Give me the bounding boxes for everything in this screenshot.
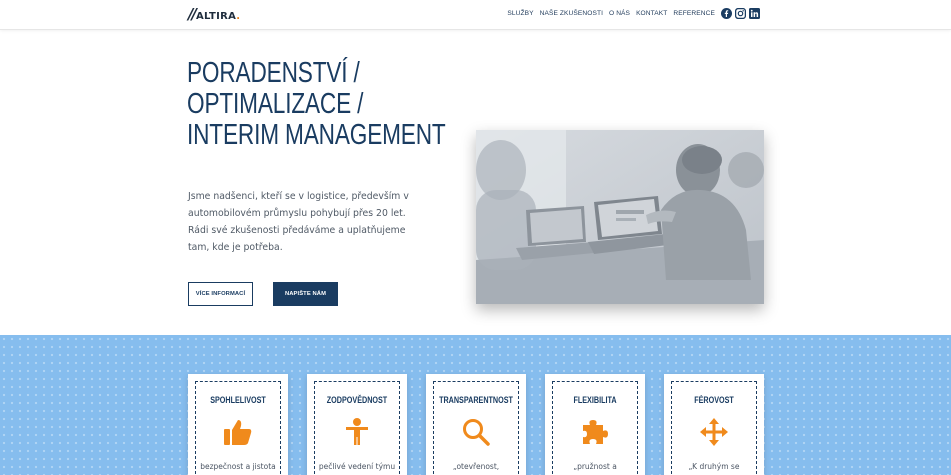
hero-title-line: PORADENSTVÍ / <box>187 57 360 89</box>
nav-item-sluzby[interactable]: SLUŽBY <box>507 10 533 17</box>
value-card-text: „K druhým se <box>688 462 740 471</box>
value-card-title: FLEXIBILITA <box>573 395 617 405</box>
value-card-text: „pružnost a <box>573 462 617 471</box>
value-card-title: ZODPOVĚDNOST <box>326 395 388 405</box>
altira-logo[interactable]: // ALTIRA . <box>188 5 241 23</box>
value-card-text: pečlivé vedení týmu <box>318 462 396 471</box>
hero-description: Jsme nadšenci, kteří se v logistice, pře… <box>188 191 409 253</box>
logo-text: ALTIRA <box>195 11 237 22</box>
puzzle-icon <box>580 417 610 447</box>
nav-item-nase-zkusenosti[interactable]: NAŠE ZKUŠENOSTI <box>540 10 603 17</box>
facebook-icon[interactable] <box>721 8 732 19</box>
value-card-title: FÉROVOST <box>694 395 734 405</box>
arrows-icon <box>699 417 729 447</box>
write-us-button[interactable]: NAPIŠTE NÁM <box>273 282 338 306</box>
hero-photo <box>476 130 764 304</box>
person-icon <box>342 417 372 447</box>
value-card-text: bezpečnost a jistota <box>200 462 276 471</box>
nav-item-reference[interactable]: REFERENCE <box>673 10 715 17</box>
hero-title-line: INTERIM MANAGEMENT <box>187 119 446 151</box>
nav-item-o-nas[interactable]: O NÁS <box>609 10 630 17</box>
instagram-icon[interactable] <box>735 8 746 19</box>
thumbs-up-icon <box>223 417 253 447</box>
site-header: // ALTIRA . SLUŽBY NAŠE ZKUŠENOSTI O NÁS… <box>0 0 951 30</box>
search-icon <box>461 417 491 447</box>
nav-item-kontakt[interactable]: KONTAKT <box>636 10 667 17</box>
value-card-title: TRANSPARENTNOST <box>439 395 513 405</box>
hero-title-line: OPTIMALIZACE / <box>187 88 364 120</box>
value-card-text: „otevřenost, <box>452 462 500 471</box>
linkedin-icon[interactable] <box>749 8 760 19</box>
hero-title: PORADENSTVÍ / OPTIMALIZACE / INTERIM MAN… <box>187 57 446 151</box>
social-links <box>721 8 760 19</box>
value-card-title: SPOHLELIVOST <box>210 395 266 405</box>
logo-dot: . <box>236 11 241 22</box>
logo-mark: // <box>188 5 197 23</box>
more-info-button[interactable]: VÍCE INFORMACÍ <box>188 282 253 306</box>
main-nav: SLUŽBY NAŠE ZKUŠENOSTI O NÁS KONTAKT REF… <box>507 10 715 17</box>
